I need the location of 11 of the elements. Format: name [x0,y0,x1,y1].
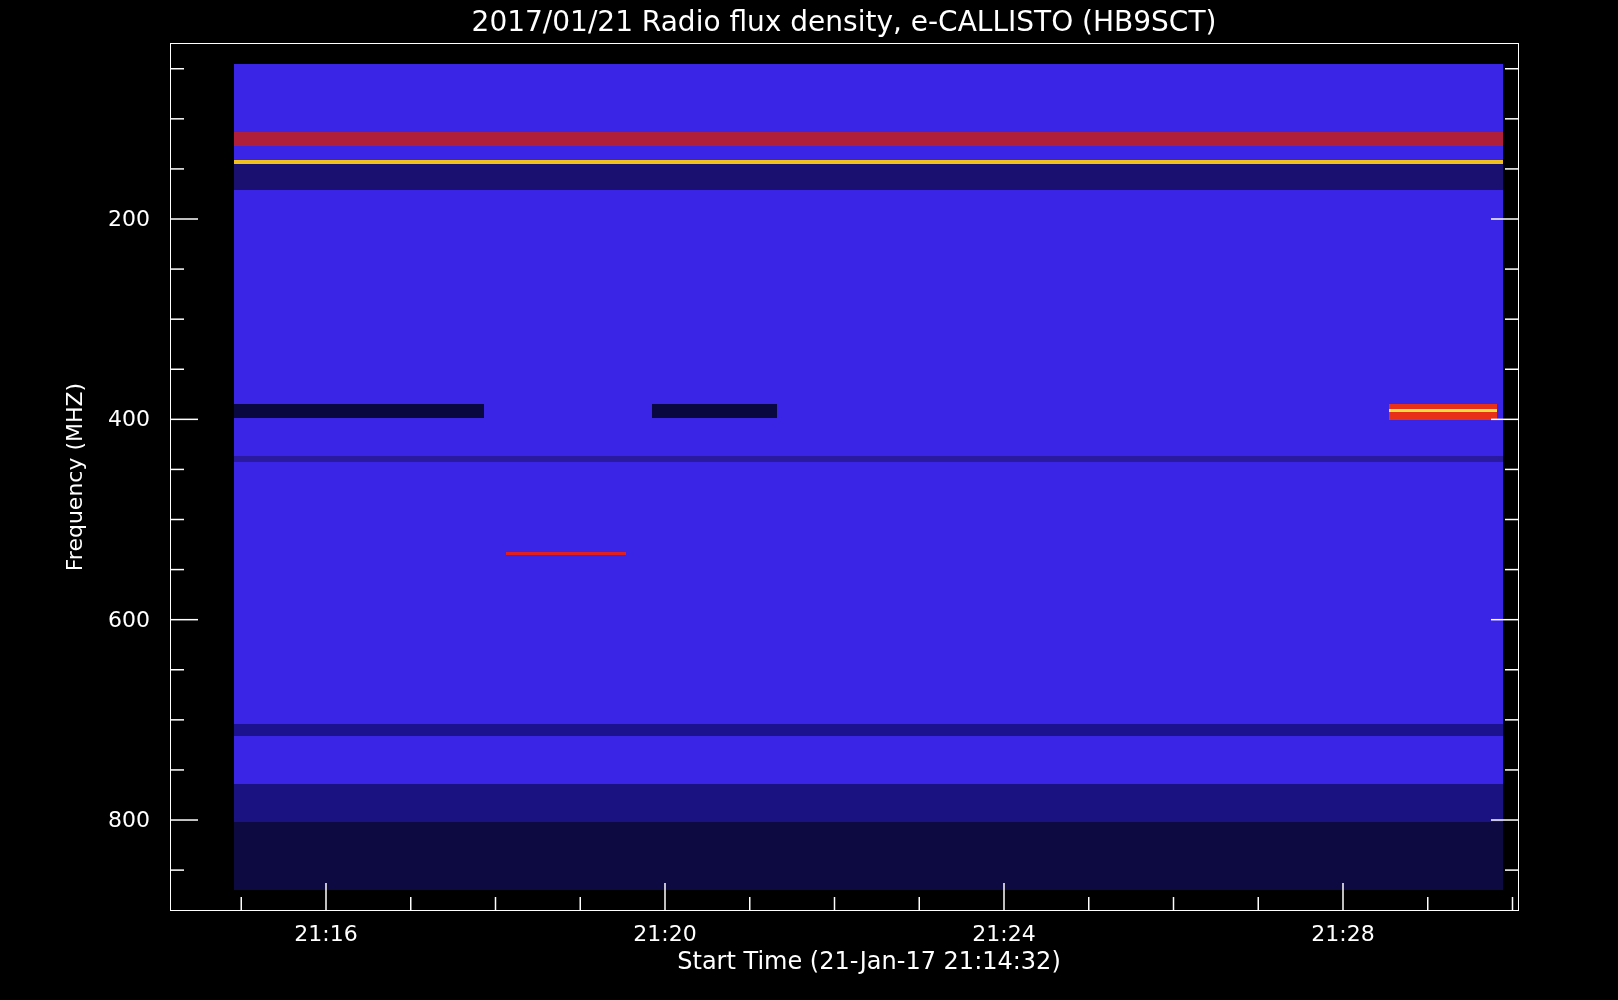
x-tick-label: 21:24 [971,920,1037,948]
x-tick-label: 21:20 [632,920,698,948]
x-tick-label: 21:28 [1310,920,1376,948]
x-tick-label: 21:16 [293,920,359,948]
y-tick-label: 600 [107,605,150,634]
y-axis-label: Frequency (MHZ) [61,382,87,572]
plot-title: 2017/01/21 Radio flux density, e-CALLISTO (HB9SCT) [470,4,1218,40]
y-tick-label: 400 [107,405,150,434]
y-tick-label: 800 [107,806,150,834]
y-tick-label: 200 [107,205,150,233]
x-axis-label: Start Time (21-Jan-17 21:14:32) [676,947,1062,975]
